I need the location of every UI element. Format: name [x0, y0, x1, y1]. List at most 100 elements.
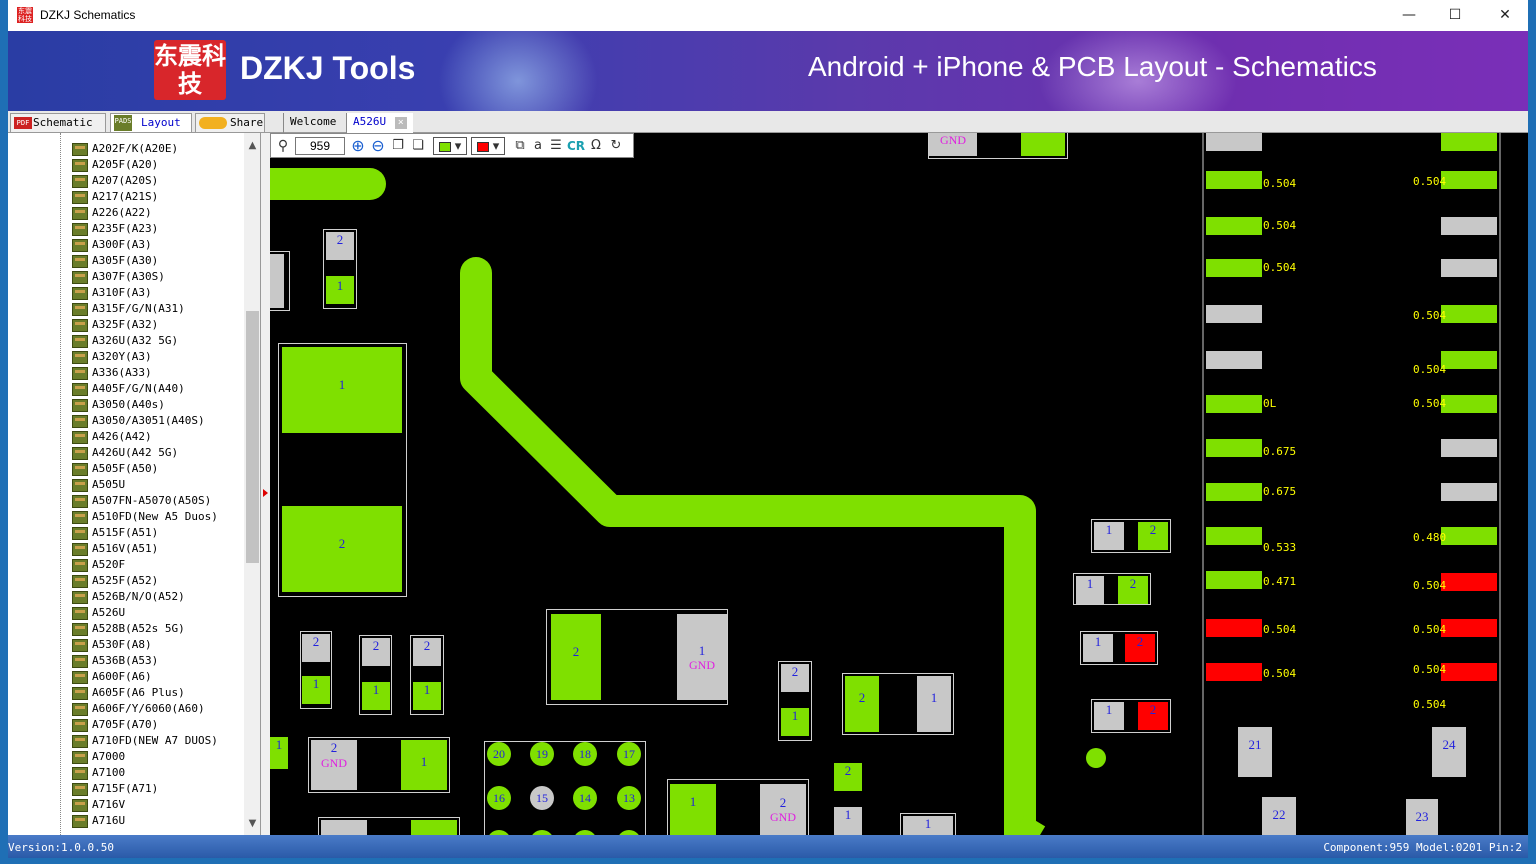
tree-item[interactable]: A205F(A20)	[72, 157, 158, 173]
collapse-arrow-icon[interactable]	[263, 489, 268, 497]
tree-item[interactable]: A426(A42)	[72, 429, 152, 445]
component-c14[interactable]: 1 2	[1073, 573, 1151, 605]
component-c8[interactable]: 1 2 GND	[667, 779, 809, 835]
tree-item[interactable]: A217(A21S)	[72, 189, 158, 205]
tree-item[interactable]: A505U	[72, 477, 125, 493]
bottom-layer-color-select[interactable]: ▾	[471, 137, 505, 155]
scroll-down-icon[interactable]: ▼	[244, 815, 260, 832]
bga-ball[interactable]: 13	[617, 786, 641, 810]
pad-2[interactable]: 2	[845, 676, 879, 732]
tree-item[interactable]: A235F(A23)	[72, 221, 158, 237]
pad-gnd[interactable]: GND	[929, 133, 977, 156]
cr-button[interactable]: CR	[567, 137, 585, 155]
bga-ball[interactable]: 14	[573, 786, 597, 810]
list-icon[interactable]: ☰	[547, 137, 565, 155]
pad-2[interactable]: 2	[551, 614, 601, 700]
component-c6[interactable]	[318, 817, 460, 835]
connector-pad[interactable]	[1206, 483, 1262, 501]
tree-item[interactable]: A315F/G/N(A31)	[72, 301, 185, 317]
component-edge[interactable]	[270, 251, 290, 311]
pad-1[interactable]: 1	[1083, 634, 1113, 662]
tree-item[interactable]: A536B(A53)	[72, 653, 158, 669]
tree-item[interactable]: A705F(A70)	[72, 717, 158, 733]
pad-1[interactable]: 1	[670, 784, 716, 835]
tree-item[interactable]: A526B/N/O(A52)	[72, 589, 185, 605]
connector-pad[interactable]	[1206, 171, 1262, 189]
tree-item[interactable]: A520F	[72, 557, 125, 573]
tab-share[interactable]: Share	[195, 113, 265, 133]
tree-item[interactable]: A300F(A3)	[72, 237, 152, 253]
tree-item[interactable]: A310F(A3)	[72, 285, 152, 301]
connector-pad[interactable]	[1441, 439, 1497, 457]
connector-pad[interactable]	[1206, 259, 1262, 277]
component-c3[interactable]: 2 1	[359, 635, 392, 715]
connector-pad[interactable]	[1206, 395, 1262, 413]
maximize-button[interactable]: ☐	[1432, 0, 1478, 31]
connector-pad[interactable]	[1441, 395, 1497, 413]
pad-21[interactable]: 21	[1238, 727, 1272, 777]
pad-1[interactable]: 1	[781, 708, 809, 736]
tree-item[interactable]: A606F/Y/6060(A60)	[72, 701, 205, 717]
connector-pad[interactable]	[1441, 217, 1497, 235]
pad-1[interactable]: 1	[401, 740, 447, 790]
pad-23[interactable]: 23	[1406, 799, 1438, 835]
pad-1-gnd[interactable]: 1 GND	[677, 614, 727, 700]
connector-pad[interactable]	[1441, 619, 1497, 637]
connector-pad[interactable]	[1206, 527, 1262, 545]
doc-tab-welcome[interactable]: Welcome	[283, 113, 342, 133]
close-button[interactable]: ✕	[1482, 0, 1528, 31]
tree-item[interactable]: A710FD(NEW A7 DUOS)	[72, 733, 218, 749]
tree-item[interactable]: A325F(A32)	[72, 317, 158, 333]
pad-1[interactable]: 1	[326, 276, 354, 304]
tree-item[interactable]: A715F(A71)	[72, 781, 158, 797]
connector-pad[interactable]	[1441, 663, 1497, 681]
bga-ball[interactable]: 15	[530, 786, 554, 810]
zoom-in-icon[interactable]: ⊕	[349, 137, 367, 155]
top-layer-color-select[interactable]: ▾	[433, 137, 467, 155]
tree-item[interactable]: A7100	[72, 765, 125, 781]
pad-2[interactable]: 2	[1138, 702, 1168, 730]
tree-item[interactable]: A505F(A50)	[72, 461, 158, 477]
component-c7[interactable]: 2 1 GND	[546, 609, 728, 705]
tree-item[interactable]: A528B(A52s 5G)	[72, 621, 185, 637]
connector-pad[interactable]	[1206, 305, 1262, 323]
pad-24[interactable]: 24	[1432, 727, 1466, 777]
layers-icon[interactable]: ⧉	[511, 137, 529, 155]
tree-item[interactable]: A307F(A30S)	[72, 269, 165, 285]
tree-item[interactable]: A226(A22)	[72, 205, 152, 221]
component-c12[interactable]: 2 1	[842, 673, 954, 735]
connector-pad[interactable]	[1441, 573, 1497, 591]
pad-2[interactable]: 2	[1118, 576, 1148, 604]
pad-2[interactable]: 2	[302, 634, 330, 662]
pad-1[interactable]: 1	[917, 676, 951, 732]
connector-pad[interactable]	[1441, 133, 1497, 151]
connector-pad[interactable]	[1206, 571, 1262, 589]
pad-1[interactable]: 1	[1094, 522, 1124, 550]
component-c11[interactable]: 1	[900, 813, 956, 835]
connector-pad[interactable]	[1206, 619, 1262, 637]
connector-pad[interactable]	[1206, 217, 1262, 235]
tree-item[interactable]: A207(A20S)	[72, 173, 158, 189]
connector-pad[interactable]	[1441, 171, 1497, 189]
zoom-input[interactable]: 959	[295, 137, 345, 155]
component-c9[interactable]: 2 1	[778, 661, 812, 741]
component-large[interactable]: 1 2	[278, 343, 407, 597]
tree-item[interactable]: A716U	[72, 813, 125, 829]
tree-item[interactable]: A326U(A32 5G)	[72, 333, 178, 349]
copy-view-icon[interactable]: ❏	[409, 137, 427, 155]
pad-1[interactable]: 1	[302, 676, 330, 704]
tree-item[interactable]: A526U	[72, 605, 125, 621]
pad-1-edge[interactable]: 1	[270, 737, 288, 769]
tab-schematic[interactable]: PDF Schematic	[10, 113, 106, 133]
component-gnd-top[interactable]: GND	[928, 133, 1068, 159]
tab-layout[interactable]: PADS Layout	[110, 113, 192, 133]
doc-tab-current[interactable]: A526U ×	[346, 113, 413, 133]
pad-1[interactable]: 1	[362, 682, 390, 710]
connector-pad[interactable]	[1441, 527, 1497, 545]
reset-icon[interactable]: ↻	[607, 137, 625, 155]
pad-2[interactable]: 2	[413, 638, 441, 666]
pad-22[interactable]: 22	[1262, 797, 1296, 835]
pcb-canvas[interactable]: ⚲ 959 ⊕ ⊖ ❐ ❏ ▾ ▾ ⧉ a ☰ CR Ω ↻ GND 2 1 1…	[270, 133, 1528, 835]
pad-1[interactable]: 1	[1094, 702, 1124, 730]
pad-2[interactable]: 2	[834, 763, 862, 791]
